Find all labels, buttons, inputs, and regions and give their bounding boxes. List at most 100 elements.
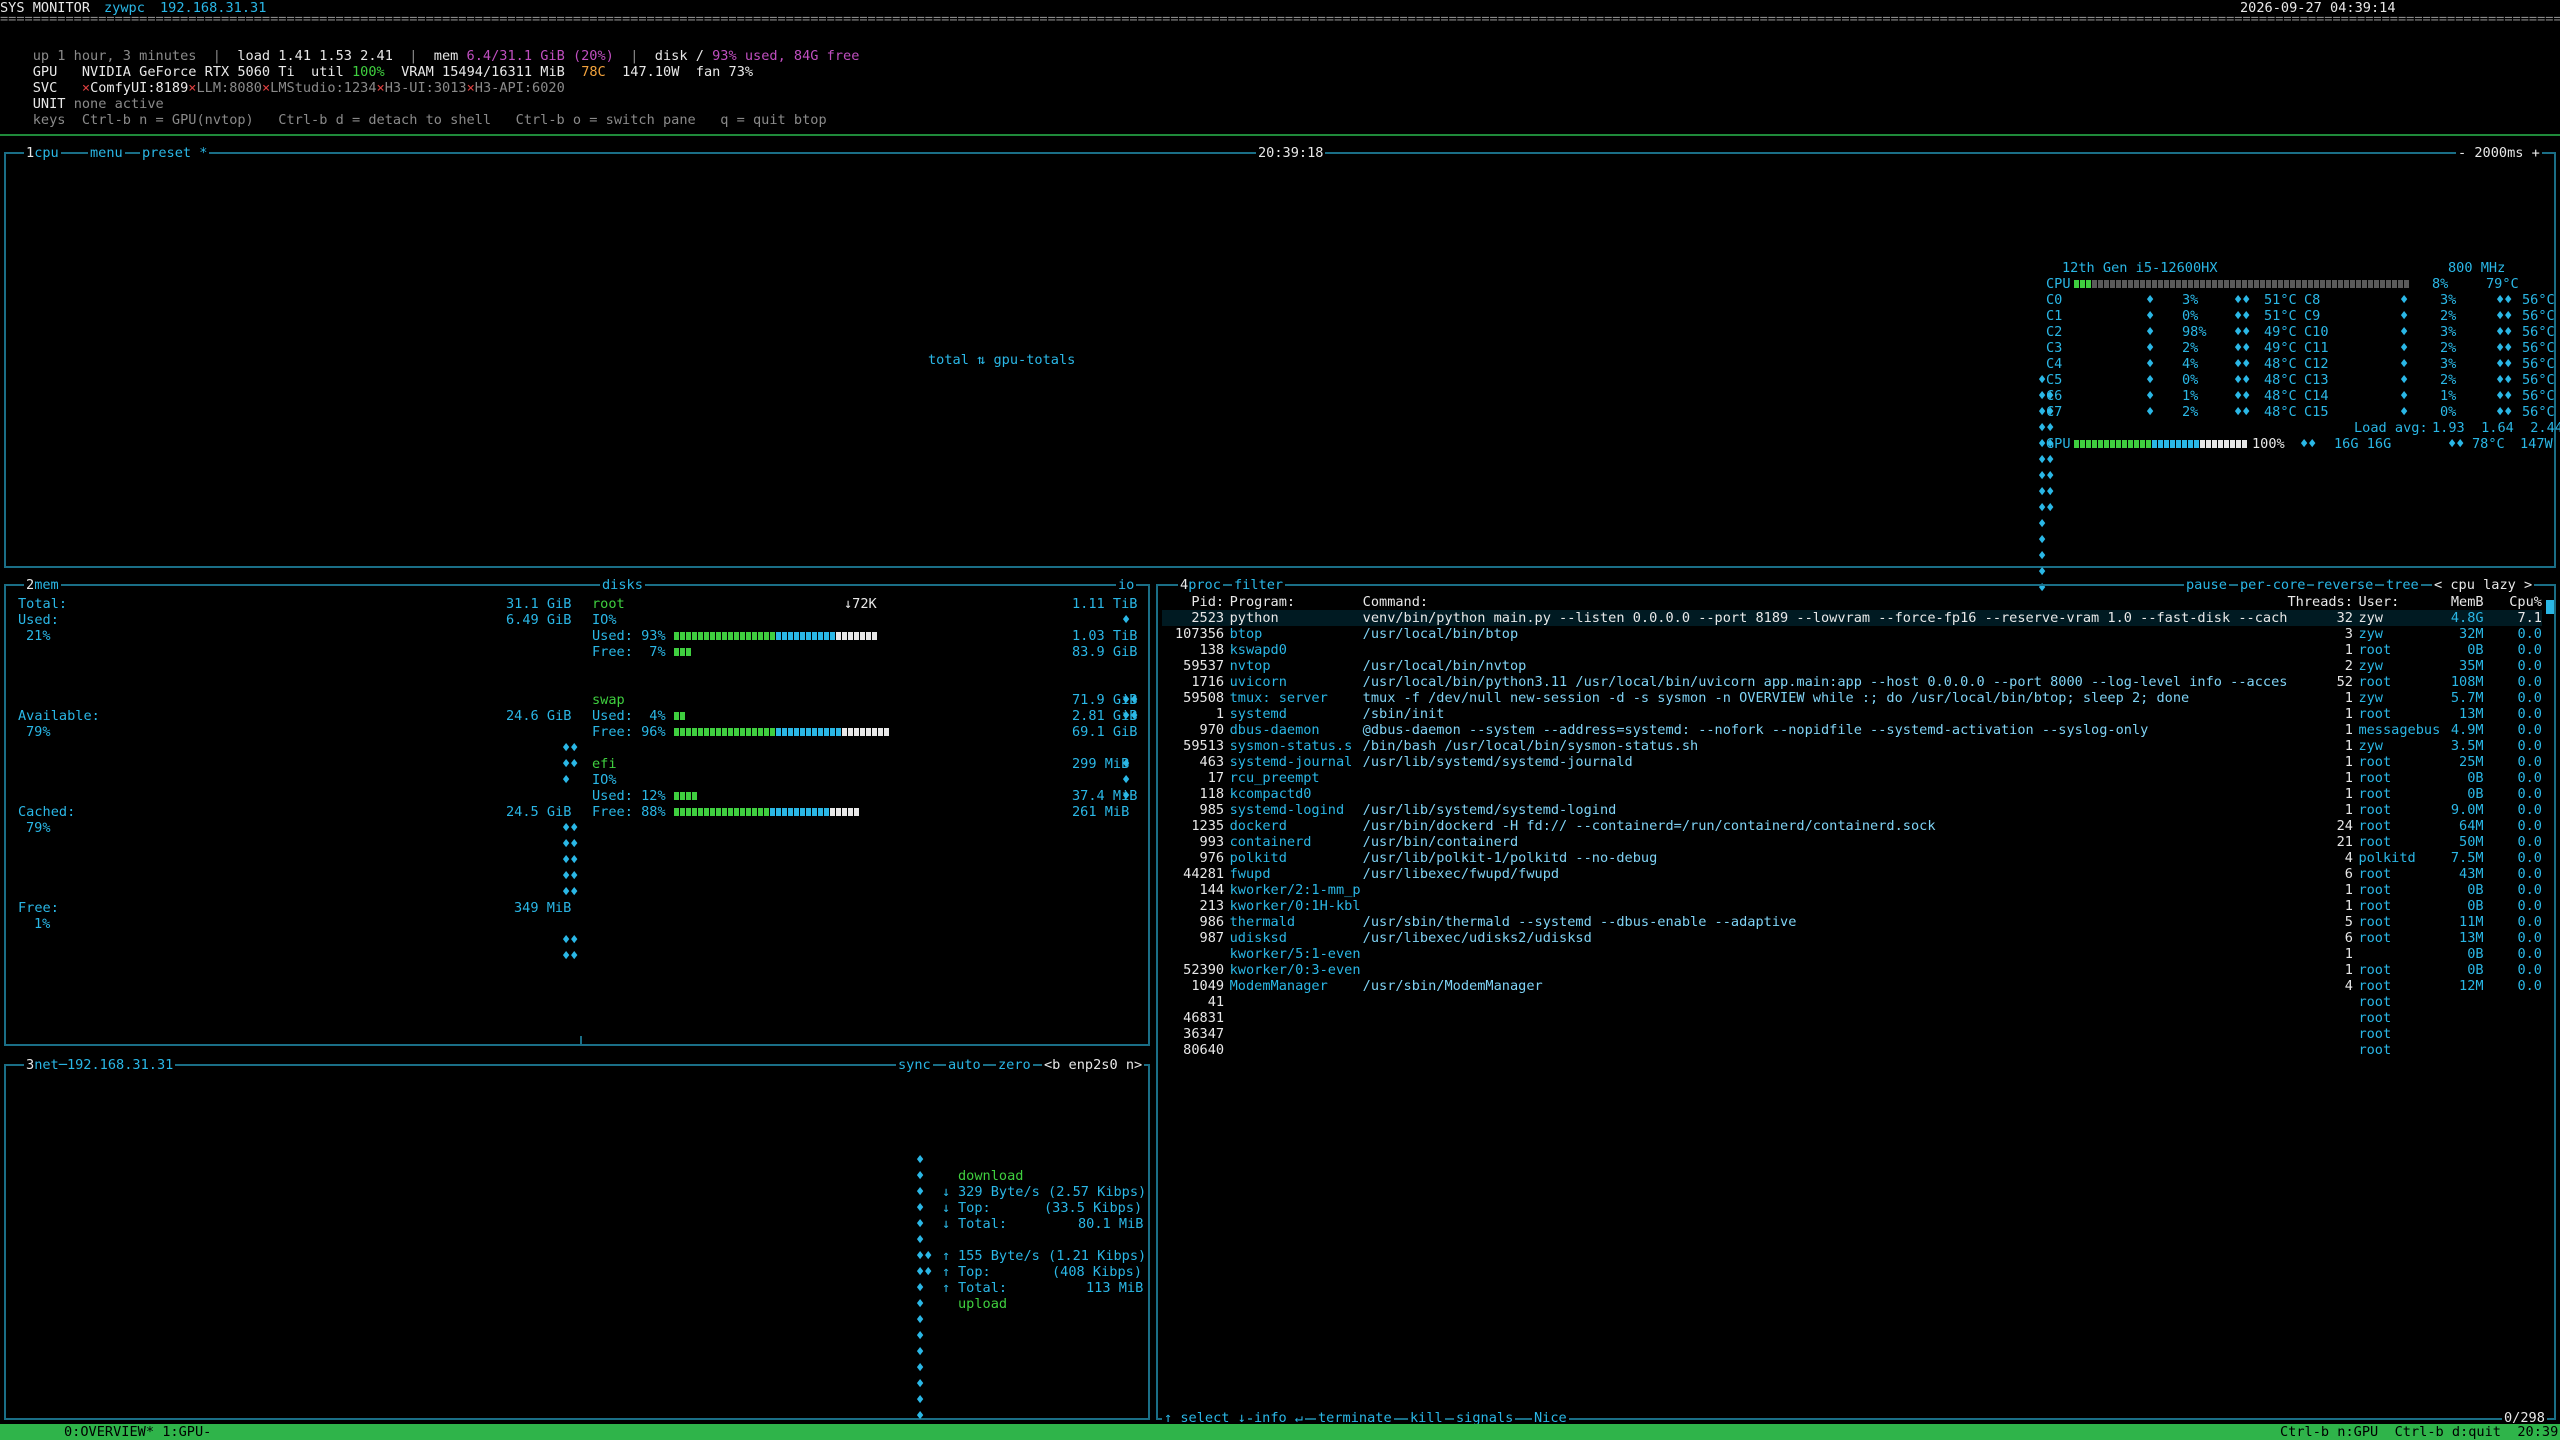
proc-scrollbar-thumb[interactable]	[2546, 600, 2554, 614]
net-interface-selector[interactable]: <b enp2s0 n>	[1042, 1057, 1145, 1073]
table-row[interactable]: 144 kworker/2:1-mm_p 1 root 0B 0.0	[1162, 882, 2542, 898]
tmux-window-list[interactable]: 0:OVERVIEW* 1:GPU-	[64, 1424, 211, 1440]
bar-segment	[812, 632, 817, 640]
net-panel[interactable]: 3net─192.168.31.31 sync auto zero <b enp…	[4, 1057, 1150, 1424]
mem-available: 24.6 GiB	[506, 708, 572, 724]
core-pct: 2%	[2182, 340, 2199, 356]
bar-segment	[878, 712, 883, 720]
table-row[interactable]: 46831 root	[1162, 1010, 2542, 1026]
cpu-interval[interactable]: - 2000ms +	[2456, 145, 2542, 161]
proc-filter-button[interactable]: filter	[1232, 577, 1286, 593]
table-row[interactable]: 213 kworker/0:1H-kbl 1 root 0B 0.0	[1162, 898, 2542, 914]
table-row[interactable]: 987 udisksd/usr/libexec/udisks2/udisksd 6 r…	[1162, 930, 2542, 946]
proc-threads: 1	[2344, 642, 2353, 658]
core-activity-icon: ♦	[2146, 308, 2155, 324]
col-program[interactable]: Program:	[1230, 594, 1363, 610]
tab-preset[interactable]: preset *	[140, 145, 210, 161]
table-row[interactable]: 985 systemd-logind/usr/lib/systemd/system…	[1162, 802, 2542, 818]
service-name: LLM:8080	[196, 80, 262, 96]
proc-sort-selector[interactable]: < cpu lazy >	[2432, 577, 2535, 593]
table-row[interactable]: 463 systemd-journal/usr/lib/systemd/syste…	[1162, 754, 2542, 770]
bar-segment	[764, 792, 769, 800]
table-row[interactable]: 976 polkitd/usr/lib/polkit-1/polkitd --no…	[1162, 850, 2542, 866]
proc-threads: 6	[2344, 930, 2353, 946]
core-activity-icon: ♦	[2400, 404, 2409, 420]
table-row[interactable]: 80640 root	[1162, 1042, 2542, 1058]
bar-segment	[740, 792, 745, 800]
net-auto-button[interactable]: auto	[946, 1057, 983, 1073]
bar-segment	[818, 808, 823, 816]
table-row[interactable]: 1049 ModemManager/usr/sbin/ModemManager 4 r…	[1162, 978, 2542, 994]
table-row[interactable]: 59513 sysmon-status.s/bin/bash /usr/local…	[1162, 738, 2542, 754]
bar-segment	[836, 792, 841, 800]
bar-segment	[728, 648, 733, 656]
bar-segment	[788, 712, 793, 720]
proc-title[interactable]: proc	[1188, 577, 1221, 593]
table-row[interactable]: 118 kcompactd0 1 root 0B 0.0	[1162, 786, 2542, 802]
tab-cpu[interactable]: cpu	[34, 145, 59, 161]
core-pct: 2%	[2182, 404, 2199, 420]
col-command[interactable]: Command:	[1363, 594, 2288, 610]
col-mem[interactable]: MemB	[2446, 594, 2484, 610]
proc-per-core-button[interactable]: per-core	[2238, 577, 2308, 593]
table-row[interactable]: 1235 dockerd/usr/bin/dockerd -H fd:// --c…	[1162, 818, 2542, 834]
core-temp-icon: ♦♦	[2234, 292, 2251, 308]
bar-segment	[710, 728, 715, 736]
mem-panel[interactable]: 2mem disks io Total: 31.1 GiB Used: 6.49…	[4, 577, 1150, 1046]
table-row[interactable]: 52390 kworker/0:3-even 1 root 0B 0.0	[1162, 962, 2542, 978]
proc-pause-button[interactable]: pause	[2184, 577, 2229, 593]
table-row[interactable]: 36347 root	[1162, 1026, 2542, 1042]
net-sync-button[interactable]: sync	[896, 1057, 933, 1073]
proc-mem: 5.7M	[2450, 690, 2484, 706]
proc-command: tmux -f /dev/null new-session -d -s sysm…	[1362, 690, 2190, 706]
proc-tree-button[interactable]: tree	[2384, 577, 2421, 593]
service-name: LMStudio:1234	[270, 80, 377, 96]
table-row[interactable]: 59508 tmux: server tmux -f /dev/null new-s…	[1162, 690, 2542, 706]
table-row[interactable]: 59537 nvtop/usr/local/bin/nvtop 2 zyw 35M 0.0	[1162, 658, 2542, 674]
table-row[interactable]: 993 containerd/usr/bin/containerd 21 root 50…	[1162, 834, 2542, 850]
tab-menu[interactable]: menu	[88, 145, 125, 161]
bar-segment	[2272, 280, 2277, 288]
table-row[interactable]: 970 dbus-daemon @dbus-daemon --system --ad…	[1162, 722, 2542, 738]
proc-user: root	[2358, 1026, 2392, 1042]
bar-segment	[884, 712, 889, 720]
bar-segment	[716, 648, 721, 656]
proc-pid: 41	[1207, 994, 1225, 1010]
table-row[interactable]: kworker/5:1-even 1 0B 0.0	[1162, 946, 2542, 962]
col-threads[interactable]: Threads:	[2287, 594, 2352, 610]
bar-segment	[854, 728, 859, 736]
table-row[interactable]: 138 kswapd0 1 root 0B 0.0	[1162, 642, 2542, 658]
core-temp: 49°C	[2264, 340, 2297, 356]
table-row[interactable]: 1 systemd/sbin/init 1 root 13M 0.0	[1162, 706, 2542, 722]
col-user[interactable]: User:	[2358, 594, 2445, 610]
bar-segment	[854, 632, 859, 640]
proc-command: /usr/lib/polkit-1/polkitd --no-debug	[1362, 850, 1658, 866]
mem-available-label: Available:	[18, 708, 100, 724]
net-title[interactable]: net	[34, 1057, 59, 1073]
proc-user: root	[2358, 642, 2392, 658]
proc-panel[interactable]: 4proc filter pause per-core reverse tree…	[1156, 577, 2556, 1426]
table-row[interactable]: 17 rcu_preempt 1 root 0B 0.0	[1162, 770, 2542, 786]
proc-mem: 0B	[2467, 946, 2484, 962]
col-pid[interactable]: Pid:	[1162, 594, 1224, 610]
proc-reverse-button[interactable]: reverse	[2314, 577, 2376, 593]
table-row[interactable]: 44281 fwupd/usr/libexec/fwupd/fwupd 6 root 4…	[1162, 866, 2542, 882]
disk-io-label: IO%	[592, 612, 617, 628]
net-zero-button[interactable]: zero	[996, 1057, 1033, 1073]
bar-segment	[2170, 280, 2175, 288]
proc-mem: 4.9M	[2450, 722, 2484, 738]
table-row[interactable]: 2523 python venv/bin/python main.py --list…	[1162, 610, 2542, 626]
table-row[interactable]: 41 root	[1162, 994, 2542, 1010]
col-cpu[interactable]: Cpu%	[2484, 594, 2542, 610]
table-row[interactable]: 1716 uvicorn/usr/local/bin/python3.11 /us…	[1162, 674, 2542, 690]
cpu-panel[interactable]: 1cpu menu preset * 20:39:18 - 2000ms + t…	[4, 145, 2560, 596]
table-row[interactable]: 107356 btop/usr/local/bin/btop 3 zyw 32M 0.0	[1162, 626, 2542, 642]
table-row[interactable]: 986 thermald/usr/sbin/thermald --systemd …	[1162, 914, 2542, 930]
proc-command	[1363, 962, 2288, 978]
core-name: C15	[2304, 404, 2329, 420]
proc-command: venv/bin/python main.py --listen 0.0.0.0…	[1362, 610, 2288, 626]
bar-segment	[2212, 440, 2217, 448]
bar-segment	[2260, 280, 2265, 288]
proc-mem	[2446, 1042, 2484, 1058]
core-temp: 56°C	[2522, 372, 2555, 388]
